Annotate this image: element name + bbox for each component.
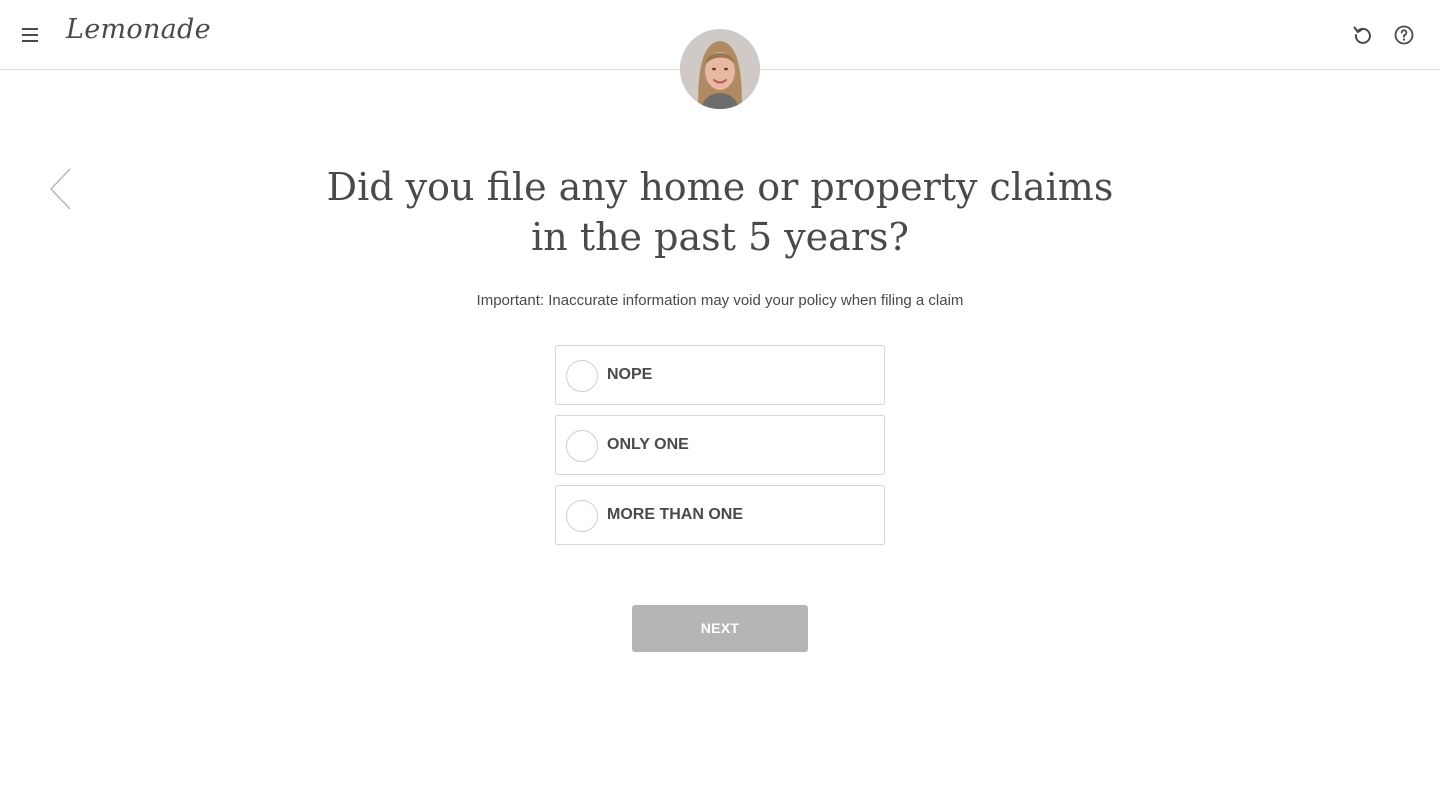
- option-only-one[interactable]: ONLY ONE: [555, 415, 885, 475]
- lemonade-logo[interactable]: Lemonade: [66, 14, 211, 45]
- question-title: Did you file any home or property claims…: [326, 165, 1114, 259]
- question-mark-icon[interactable]: [1392, 23, 1416, 47]
- agent-avatar-photo: [680, 29, 760, 109]
- radio-circle[interactable]: [566, 360, 598, 392]
- next-button[interactable]: NEXT: [632, 605, 808, 652]
- option-label: NOPE: [607, 366, 653, 383]
- option-nope[interactable]: NOPE: [555, 345, 885, 405]
- option-more-than-one[interactable]: MORE THAN ONE: [555, 485, 885, 545]
- hamburger-menu-icon[interactable]: [20, 25, 40, 45]
- option-label: MORE THAN ONE: [607, 506, 743, 523]
- restart-icon[interactable]: [1351, 23, 1375, 47]
- chevron-left-icon[interactable]: [46, 166, 76, 212]
- option-label: ONLY ONE: [607, 436, 689, 453]
- radio-circle[interactable]: [566, 500, 598, 532]
- radio-circle[interactable]: [566, 430, 598, 462]
- disclaimer-text: Important: Inaccurate information may vo…: [476, 292, 964, 309]
